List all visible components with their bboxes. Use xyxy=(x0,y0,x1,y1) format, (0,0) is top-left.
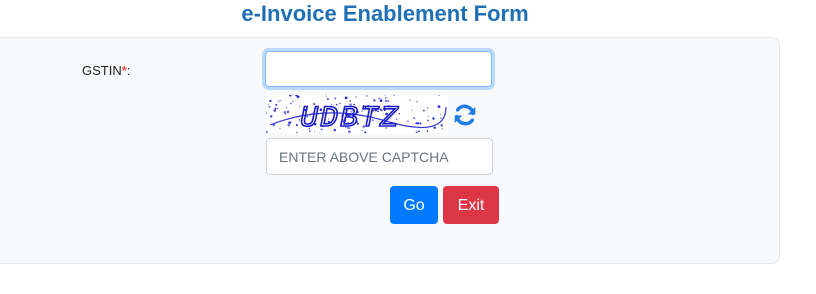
captcha-noise-dot xyxy=(366,95,368,97)
captcha-noise-dot xyxy=(432,117,435,120)
captcha-image: UDBTZ xyxy=(266,95,448,133)
captcha-noise-dot xyxy=(295,124,298,127)
captcha-noise-dot xyxy=(427,119,429,122)
captcha-noise-dot xyxy=(441,128,443,130)
captcha-noise-dot xyxy=(289,102,292,105)
captcha-noise-dot xyxy=(266,112,267,115)
captcha-noise-dot xyxy=(325,95,327,97)
captcha-noise-dot xyxy=(378,98,380,100)
captcha-noise-dot xyxy=(409,99,411,101)
captcha-noise-dot xyxy=(269,99,272,103)
captcha-noise-dot xyxy=(267,103,270,105)
captcha-noise-dot xyxy=(286,110,290,114)
captcha-noise-dot xyxy=(278,100,280,102)
gstin-label-suffix: : xyxy=(126,63,131,78)
captcha-noise-dot xyxy=(418,130,420,133)
captcha-noise-dot xyxy=(407,120,409,122)
captcha-noise-dot xyxy=(440,117,442,119)
captcha-noise-dot xyxy=(437,105,441,108)
gstin-input[interactable] xyxy=(265,51,492,87)
captcha-noise-dot xyxy=(438,95,440,96)
captcha-noise-dot xyxy=(416,100,418,103)
captcha-noise-dot xyxy=(268,105,271,108)
captcha-noise-dot xyxy=(280,99,282,102)
captcha-noise-dot xyxy=(393,95,395,97)
go-button[interactable]: Go xyxy=(390,186,438,224)
captcha-noise-dot xyxy=(423,109,425,112)
captcha-noise-dot xyxy=(426,130,429,132)
captcha-noise-dot xyxy=(440,124,444,127)
captcha-noise-dot xyxy=(292,100,294,103)
captcha-noise-dot xyxy=(411,110,413,112)
captcha-noise-dot xyxy=(440,113,442,116)
captcha-noise-dot xyxy=(344,96,348,100)
captcha-noise-dot xyxy=(384,95,386,96)
captcha-noise-dot xyxy=(273,109,276,112)
captcha-noise-dot xyxy=(416,122,420,125)
captcha-text: UDBTZ xyxy=(300,102,400,133)
gstin-label-text: GSTIN xyxy=(82,63,122,78)
captcha-noise-dot xyxy=(426,107,429,109)
captcha-noise-dot xyxy=(289,121,292,124)
captcha-noise-dot xyxy=(433,126,436,129)
captcha-noise-dot xyxy=(384,96,387,99)
refresh-icon[interactable] xyxy=(452,102,478,128)
captcha-noise-dot xyxy=(419,122,422,125)
captcha-noise-dot xyxy=(279,127,281,130)
captcha-noise-dot xyxy=(283,111,286,114)
captcha-noise-dot xyxy=(415,131,418,133)
captcha-noise-dot xyxy=(326,97,330,101)
captcha-noise-dot xyxy=(276,107,279,110)
gstin-label: GSTIN*: xyxy=(82,63,130,78)
captcha-noise-dot xyxy=(428,116,430,118)
captcha-noise-dot xyxy=(274,107,277,110)
captcha-noise-dot xyxy=(413,117,416,120)
captcha-noise-dot xyxy=(275,103,278,106)
captcha-noise-dot xyxy=(285,106,288,109)
captcha-noise-dot xyxy=(287,123,291,127)
captcha-noise-dot xyxy=(270,115,273,118)
page-title: e-Invoice Enablement Form xyxy=(241,1,529,26)
captcha-noise-dot xyxy=(296,131,298,133)
captcha-input[interactable] xyxy=(266,138,493,175)
captcha-noise-dot xyxy=(266,131,268,133)
page: e-Invoice Enablement Form GSTIN*: UDBTZ … xyxy=(0,0,816,294)
captcha-noise-dot xyxy=(355,96,357,98)
exit-button[interactable]: Exit xyxy=(443,186,499,224)
captcha-noise-dot xyxy=(289,95,292,97)
captcha-noise-dot xyxy=(334,97,337,100)
